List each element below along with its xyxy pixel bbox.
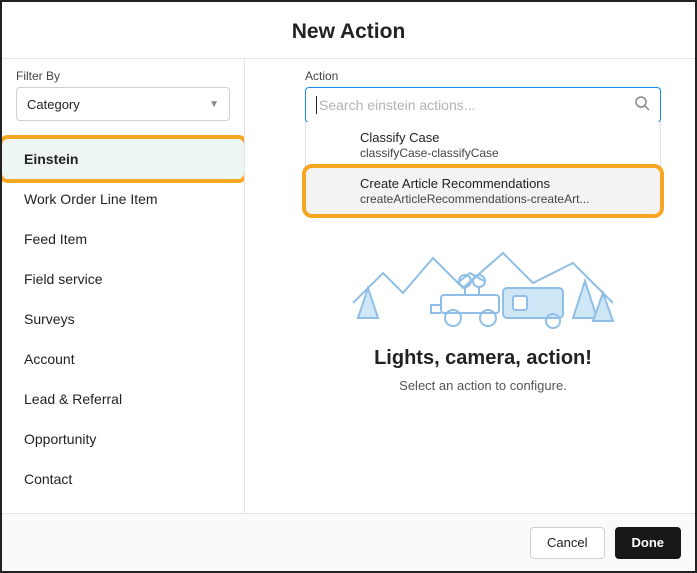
- search-icon: [634, 95, 650, 116]
- sidebar-item-label: Account: [24, 351, 75, 367]
- sidebar-item-label: Contact: [24, 471, 72, 487]
- done-button[interactable]: Done: [615, 527, 682, 559]
- category-select[interactable]: Category ▼: [16, 87, 230, 121]
- sidebar-item-einstein[interactable]: Einstein: [2, 139, 244, 179]
- camping-illustration-icon: [343, 233, 623, 333]
- cancel-button[interactable]: Cancel: [530, 527, 604, 559]
- dropdown-item-sub: classifyCase-classifyCase: [360, 146, 650, 160]
- action-label: Action: [305, 69, 661, 83]
- dropdown-item-sub: createArticleRecommendations-createArt..…: [360, 192, 650, 206]
- main-panel: Action Classify Case classifyCase-classi…: [245, 59, 695, 513]
- sidebar-item-label: Lead & Referral: [24, 391, 122, 407]
- category-select-value: Category: [27, 97, 80, 112]
- hero-title: Lights, camera, action!: [305, 347, 661, 370]
- sidebar-item-lead-referral[interactable]: Lead & Referral: [2, 379, 244, 419]
- sidebar-item-asset[interactable]: Asset: [2, 499, 244, 513]
- sidebar-item-field-service[interactable]: Field service: [2, 259, 244, 299]
- action-search-input[interactable]: [319, 97, 634, 113]
- hero: Lights, camera, action! Select an action…: [305, 233, 661, 393]
- dropdown-item-title: Create Article Recommendations: [360, 176, 650, 191]
- sidebar-item-label: Field service: [24, 271, 103, 287]
- sidebar-item-label: Work Order Line Item: [24, 191, 158, 207]
- sidebar-item-label: Surveys: [24, 311, 75, 327]
- action-dropdown: Classify Case classifyCase-classifyCase …: [305, 122, 661, 215]
- text-cursor: [316, 96, 317, 114]
- sidebar: Filter By Category ▼ Einstein Work Order…: [2, 59, 245, 513]
- chevron-down-icon: ▼: [209, 99, 219, 110]
- category-list: Einstein Work Order Line Item Feed Item …: [2, 139, 244, 513]
- dialog-title: New Action: [2, 20, 695, 44]
- dialog-header: New Action: [2, 2, 695, 59]
- dialog-body: Filter By Category ▼ Einstein Work Order…: [2, 59, 695, 513]
- sidebar-item-opportunity[interactable]: Opportunity: [2, 419, 244, 459]
- dropdown-item-title: Classify Case: [360, 130, 650, 145]
- sidebar-item-contact[interactable]: Contact: [2, 459, 244, 499]
- sidebar-item-label: Einstein: [24, 151, 78, 167]
- sidebar-item-surveys[interactable]: Surveys: [2, 299, 244, 339]
- sidebar-item-feed-item[interactable]: Feed Item: [2, 219, 244, 259]
- sidebar-item-account[interactable]: Account: [2, 339, 244, 379]
- action-search[interactable]: [305, 87, 661, 123]
- dropdown-item-classify-case[interactable]: Classify Case classifyCase-classifyCase: [306, 122, 660, 168]
- filter-by-label: Filter By: [2, 69, 244, 87]
- sidebar-item-label: Feed Item: [24, 231, 87, 247]
- new-action-dialog: New Action Filter By Category ▼ Einstein…: [0, 0, 697, 573]
- dialog-footer: Cancel Done: [2, 513, 695, 571]
- sidebar-item-label: Opportunity: [24, 431, 96, 447]
- hero-subtitle: Select an action to configure.: [305, 378, 661, 393]
- sidebar-item-work-order-line-item[interactable]: Work Order Line Item: [2, 179, 244, 219]
- dropdown-item-create-article-recommendations[interactable]: Create Article Recommendations createArt…: [306, 168, 660, 214]
